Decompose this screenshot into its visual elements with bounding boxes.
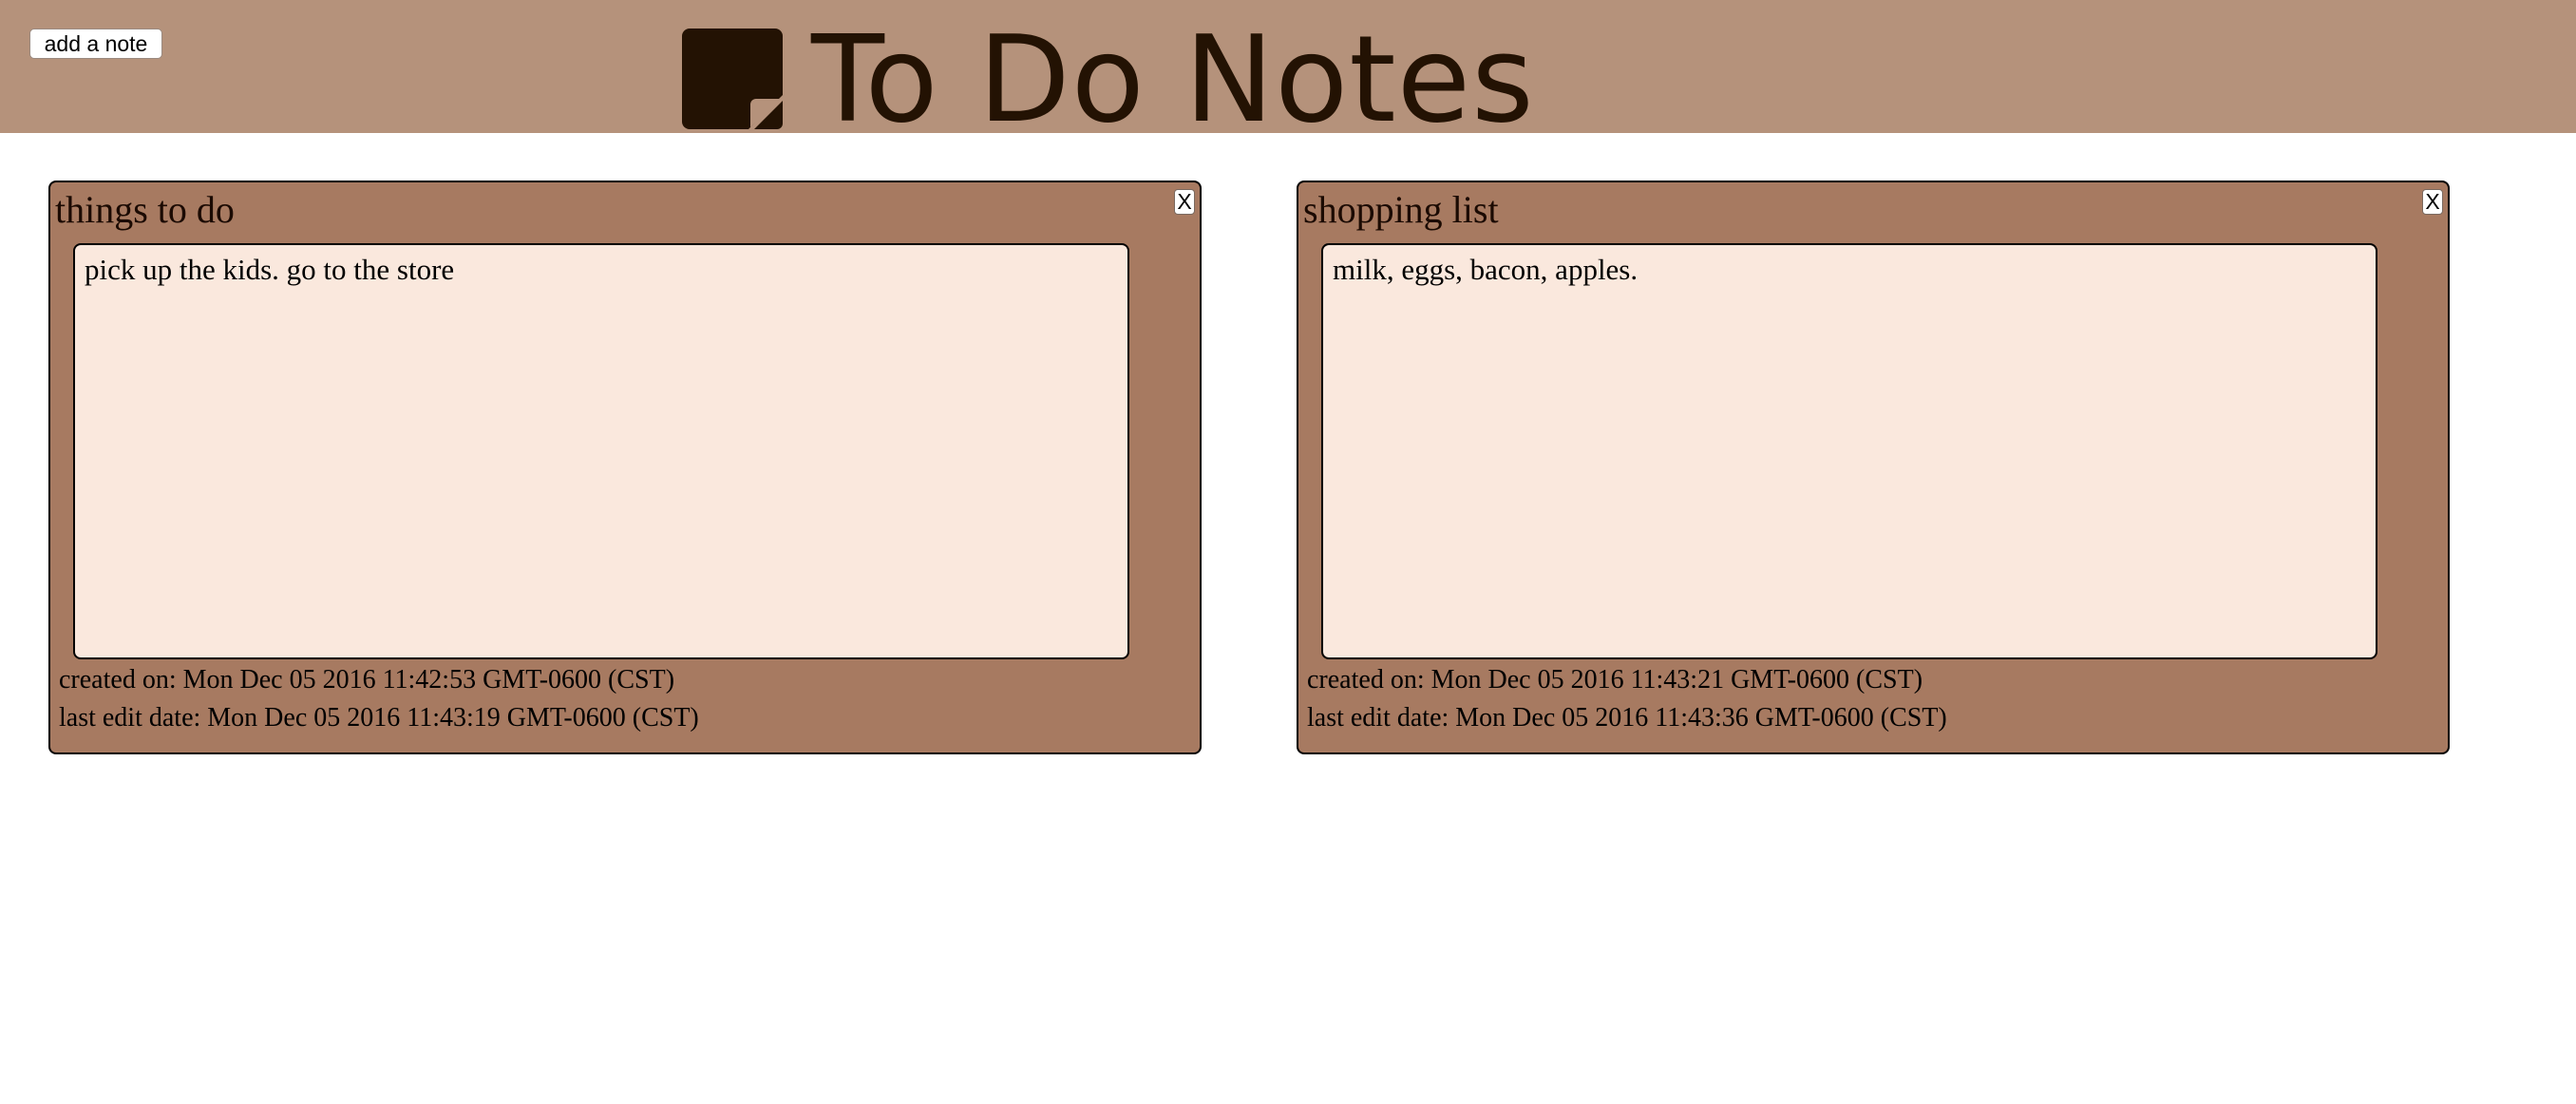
note-last-edit-date: last edit date: Mon Dec 05 2016 11:43:36…	[1307, 703, 1947, 733]
note-created-date: created on: Mon Dec 05 2016 11:42:53 GMT…	[59, 665, 675, 695]
note-body-textarea[interactable]: milk, eggs, bacon, apples.	[1321, 243, 2377, 659]
note-created-date: created on: Mon Dec 05 2016 11:43:21 GMT…	[1307, 665, 1923, 695]
page-title: To Do Notes	[811, 10, 1535, 149]
note-card: shopping list X milk, eggs, bacon, apple…	[1297, 181, 2450, 754]
sticky-note-icon	[682, 29, 783, 129]
add-note-button[interactable]: add a note	[29, 29, 162, 59]
close-note-button[interactable]: X	[1174, 189, 1195, 215]
note-body-textarea[interactable]: pick up the kids. go to the store	[73, 243, 1129, 659]
note-title[interactable]: things to do	[55, 188, 235, 232]
note-title[interactable]: shopping list	[1303, 188, 1499, 232]
note-card: things to do X pick up the kids. go to t…	[48, 181, 1202, 754]
note-last-edit-date: last edit date: Mon Dec 05 2016 11:43:19…	[59, 703, 699, 733]
brand: To Do Notes	[682, 19, 1535, 141]
close-note-button[interactable]: X	[2422, 189, 2443, 215]
app-header: add a note To Do Notes	[0, 0, 2576, 141]
